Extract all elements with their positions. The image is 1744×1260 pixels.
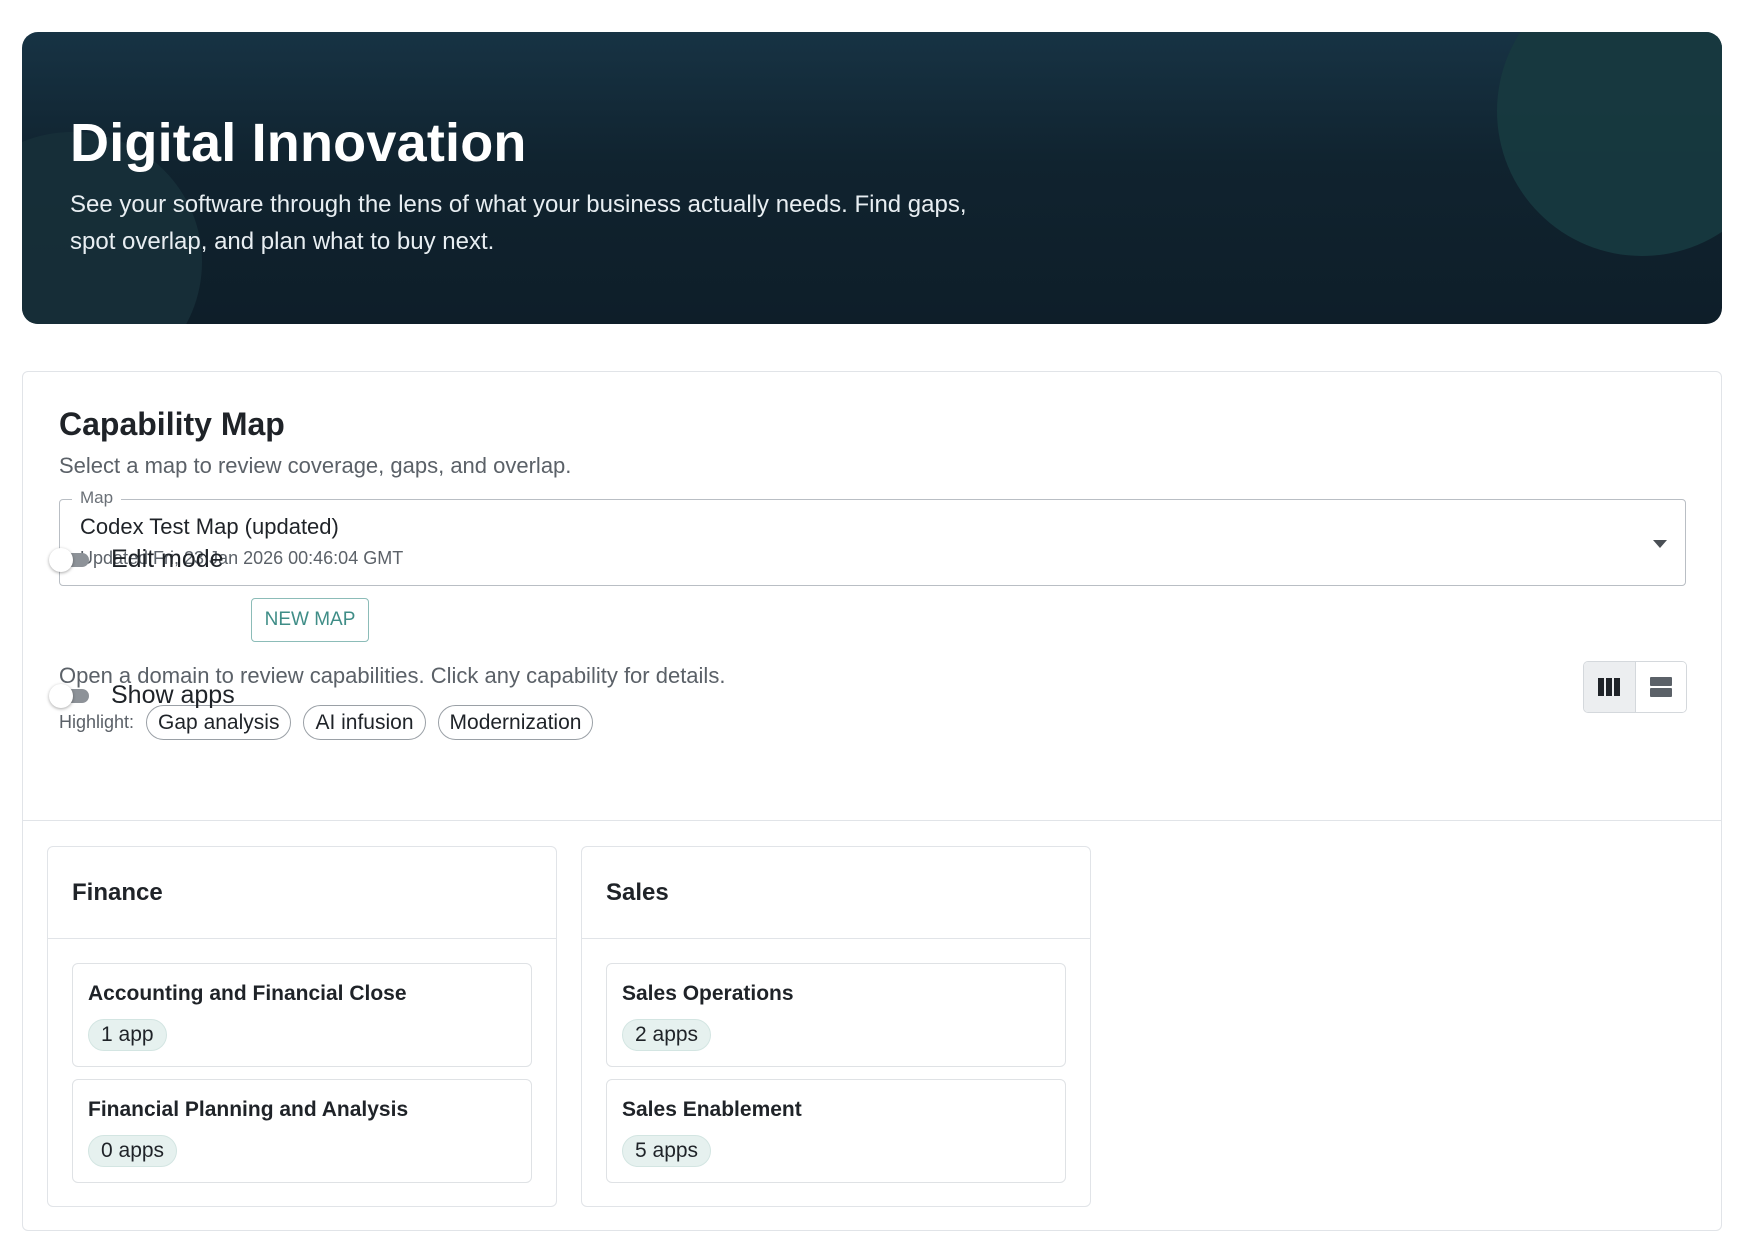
app-count-badge: 5 apps — [622, 1135, 712, 1167]
decorative-circle — [1497, 32, 1722, 256]
divider — [23, 820, 1721, 821]
app-count-badge: 2 apps — [622, 1019, 712, 1051]
highlight-filters: Highlight: Gap analysis AI infusion Mode… — [59, 705, 605, 740]
capability-card[interactable]: Sales Enablement 5 apps — [606, 1079, 1066, 1183]
show-apps-toggle[interactable] — [49, 683, 91, 709]
page-title: Digital Innovation — [70, 113, 527, 173]
domain-title: Sales — [606, 879, 669, 906]
capability-title: Sales Enablement — [622, 1098, 802, 1121]
capability-title: Sales Operations — [622, 982, 794, 1005]
hero-banner: Digital Innovation See your software thr… — [22, 32, 1722, 324]
page-description: See your software through the lens of wh… — [70, 191, 967, 255]
domain-card-finance[interactable]: Finance Accounting and Financial Close 1… — [47, 846, 557, 1207]
new-map-button[interactable]: NEW MAP — [251, 598, 369, 642]
capability-card[interactable]: Accounting and Financial Close 1 app — [72, 963, 532, 1067]
capability-map-card: Capability Map Select a map to review co… — [22, 371, 1722, 1231]
rows-icon — [1649, 677, 1672, 697]
map-select-label: Map — [72, 488, 122, 508]
view-mode-toggle — [1583, 661, 1687, 713]
edit-mode-toggle[interactable] — [49, 547, 91, 573]
edit-mode-row: Edit mode — [49, 545, 224, 574]
capability-card[interactable]: Sales Operations 2 apps — [606, 963, 1066, 1067]
chip-modernization[interactable]: Modernization — [437, 705, 594, 740]
chip-gap-analysis[interactable]: Gap analysis — [146, 705, 292, 740]
map-select[interactable]: Map Codex Test Map (updated) Updated Fri… — [59, 488, 1686, 586]
chevron-down-icon — [1653, 540, 1667, 548]
chip-ai-infusion[interactable]: AI infusion — [303, 705, 426, 740]
columns-icon — [1598, 678, 1621, 696]
section-title: Capability Map — [59, 406, 285, 442]
highlight-label: Highlight: — [59, 712, 135, 732]
capability-title: Accounting and Financial Close — [88, 982, 407, 1005]
rows-view-button[interactable] — [1635, 662, 1686, 712]
app-count-badge: 1 app — [88, 1019, 167, 1051]
domain-header: Sales — [582, 847, 1090, 939]
app-count-badge: 0 apps — [88, 1135, 178, 1167]
columns-view-button[interactable] — [1584, 662, 1636, 712]
show-apps-row: Show apps — [49, 681, 235, 710]
domain-header: Finance — [48, 847, 556, 939]
show-apps-label: Show apps — [111, 681, 235, 709]
capability-card[interactable]: Financial Planning and Analysis 0 apps — [72, 1079, 532, 1183]
domain-title: Finance — [72, 879, 163, 906]
edit-mode-label: Edit mode — [111, 545, 224, 573]
domain-card-sales[interactable]: Sales Sales Operations 2 apps Sales Enab… — [581, 846, 1091, 1207]
capability-title: Financial Planning and Analysis — [88, 1098, 409, 1121]
section-subtitle: Select a map to review coverage, gaps, a… — [59, 453, 572, 478]
map-select-value: Codex Test Map (updated) — [80, 514, 339, 539]
